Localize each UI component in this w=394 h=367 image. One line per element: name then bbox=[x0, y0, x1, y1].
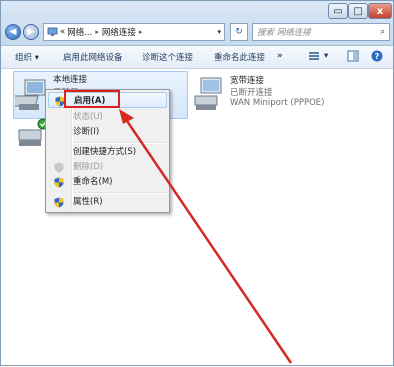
explorer-window: ▭ □ x ◀ ▶ « 网络... ▸ 网络连接 ▸ ▾ ↻ 搜索 网络连接 ⌕ bbox=[0, 0, 394, 366]
annotation-arrow-icon bbox=[119, 109, 293, 364]
